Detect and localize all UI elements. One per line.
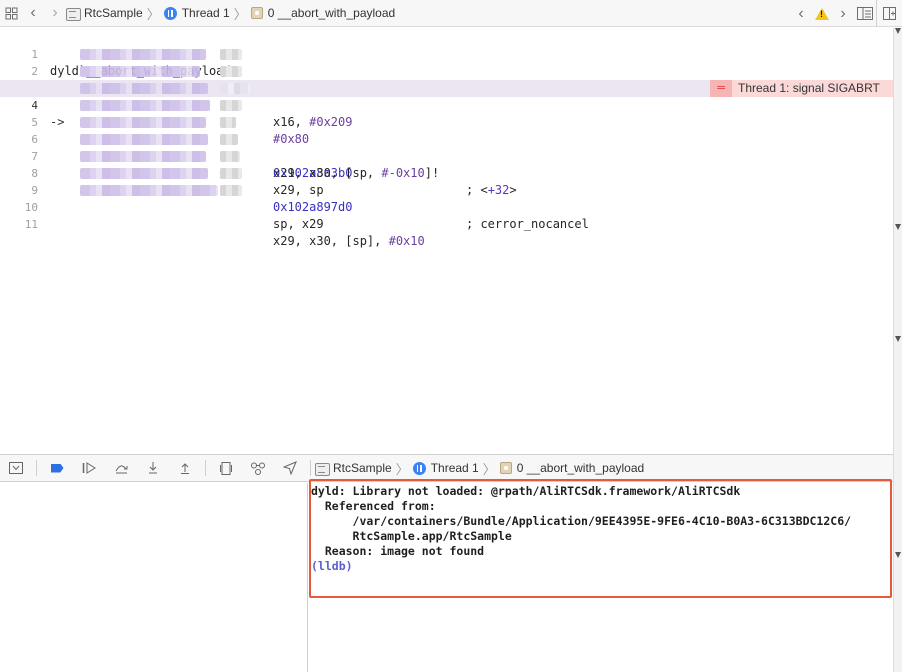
project-folder-icon xyxy=(315,462,330,476)
redacted-instruction xyxy=(80,134,208,145)
redacted-instruction xyxy=(80,185,218,196)
step-over-icon[interactable] xyxy=(105,455,137,481)
breadcrumb-separator: 〉 xyxy=(395,461,409,477)
breadcrumb-frame[interactable]: 0 __abort_with_payload xyxy=(268,6,395,20)
disclosure-triangle-icon[interactable] xyxy=(895,28,901,34)
breadcrumb-thread[interactable]: Thread 1 xyxy=(182,6,230,20)
redacted-instruction xyxy=(80,117,206,128)
split-editor-icon[interactable] xyxy=(876,0,902,27)
error-annotation[interactable]: ═ Thread 1: signal SIGABRT xyxy=(710,80,893,97)
continue-icon[interactable] xyxy=(73,455,105,481)
redacted-instruction xyxy=(220,100,242,111)
code-line: 7 0x102a897d0 ; cerror_nocancel xyxy=(0,131,893,231)
lldb-prompt[interactable]: (lldb) xyxy=(311,559,353,574)
previous-issue-chevron-icon[interactable]: ‹ xyxy=(790,0,812,27)
redacted-instruction xyxy=(80,49,206,60)
disclosure-triangle-icon[interactable] xyxy=(895,552,901,558)
project-folder-icon xyxy=(66,7,81,21)
redacted-instruction xyxy=(220,168,242,179)
error-lines-icon: ═ xyxy=(710,80,732,97)
simulate-location-icon[interactable] xyxy=(274,455,306,481)
code-line: 9 x29, x30, [sp], #0x10 xyxy=(0,165,893,248)
code-line: 2 x16, #0x209 xyxy=(0,46,893,129)
breakpoints-toggle-icon[interactable] xyxy=(41,455,73,481)
forward-chevron-icon[interactable]: › xyxy=(44,0,66,27)
operands: x29, x30, [sp], #0x10 xyxy=(273,234,425,248)
warning-icon[interactable] xyxy=(815,7,829,20)
jump-bar: ‹ › RtcSample 〉 Thread 1 〉 0 __abort_wit… xyxy=(0,0,902,27)
redacted-instruction xyxy=(80,168,208,179)
memory-graph-icon[interactable] xyxy=(242,455,274,481)
console-line: Referenced from: xyxy=(311,499,436,513)
debug-breadcrumb: RtcSample 〉 Thread 1 〉 0 __abort_with_pa… xyxy=(315,455,644,482)
breadcrumb-separator: 〉 xyxy=(482,461,496,477)
thread-icon xyxy=(412,461,426,475)
variables-view[interactable] xyxy=(0,483,308,672)
redacted-instruction xyxy=(80,66,200,77)
code-line: 5 x29, x30, [sp, #-0x10]! xyxy=(0,97,893,180)
disclosure-triangle-icon[interactable] xyxy=(895,336,901,342)
comment: ; cerror_nocancel xyxy=(466,217,589,231)
toolbar-divider xyxy=(36,460,37,476)
debug-breadcrumb-project[interactable]: RtcSample xyxy=(333,461,392,475)
breadcrumb-project[interactable]: RtcSample xyxy=(84,6,143,20)
stack-frame-icon xyxy=(250,7,263,19)
redacted-instruction xyxy=(220,49,242,60)
console-line: dyld: Library not loaded: @rpath/AliRTCS… xyxy=(311,484,741,498)
step-into-icon[interactable] xyxy=(137,455,169,481)
debug-bar: RtcSample 〉 Thread 1 〉 0 __abort_with_pa… xyxy=(0,454,893,482)
disassembly-editor[interactable]: 1 dyld`__abort_with_payload: 2 x16, #0x2… xyxy=(0,28,893,453)
redacted-instruction xyxy=(80,151,206,162)
back-chevron-icon[interactable]: ‹ xyxy=(22,0,44,27)
redacted-instruction xyxy=(80,100,210,111)
view-hierarchy-icon[interactable] xyxy=(210,455,242,481)
hide-debug-area-icon[interactable] xyxy=(0,455,32,481)
breadcrumb: RtcSample 〉 Thread 1 〉 0 __abort_with_pa… xyxy=(66,0,395,27)
code-line: 11 xyxy=(0,199,893,231)
debug-breadcrumb-thread[interactable]: Thread 1 xyxy=(431,461,479,475)
breadcrumb-separator: 〉 xyxy=(146,6,160,22)
console-line: RtcSample.app/RtcSample xyxy=(311,529,512,543)
breadcrumb-separator: 〉 xyxy=(233,6,247,22)
current-instruction-line: 4 -> 0x102a8a3b0 ; <+32> ═ Thread 1: sig… xyxy=(0,80,893,197)
related-items-grid-icon[interactable] xyxy=(0,0,22,27)
line-number: 11 xyxy=(24,218,38,231)
toolbar-divider xyxy=(205,460,206,476)
redacted-instruction xyxy=(220,134,238,145)
minimap-gutter[interactable] xyxy=(893,28,902,672)
code-line: 10 xyxy=(0,182,893,214)
editor-options-icon[interactable] xyxy=(854,0,876,27)
thread-icon xyxy=(163,6,177,20)
debug-breadcrumb-frame[interactable]: 0 __abort_with_payload xyxy=(517,461,644,475)
step-out-icon[interactable] xyxy=(169,455,201,481)
code-line: 8 sp, x29 xyxy=(0,148,893,231)
redacted-instruction xyxy=(220,151,240,162)
error-message: Thread 1: signal SIGABRT xyxy=(738,81,880,95)
operands: sp, x29 xyxy=(273,217,324,231)
console-line: Reason: image not found xyxy=(311,544,485,558)
console-line: /var/containers/Bundle/Application/9EE43… xyxy=(311,514,852,528)
stack-frame-icon xyxy=(499,462,512,474)
code-line: 3 #0x80 xyxy=(0,63,893,146)
toolbar-divider xyxy=(310,460,311,476)
disclosure-triangle-icon[interactable] xyxy=(895,224,901,230)
redacted-instruction xyxy=(220,117,236,128)
next-issue-chevron-icon[interactable]: › xyxy=(832,0,854,27)
debug-console[interactable]: dyld: Library not loaded: @rpath/AliRTCS… xyxy=(309,479,893,672)
redacted-instruction xyxy=(220,66,242,77)
redacted-instruction xyxy=(80,83,208,94)
redacted-instruction xyxy=(220,83,250,94)
code-line: 6 x29, sp xyxy=(0,114,893,197)
redacted-instruction xyxy=(220,185,242,196)
code-line: 1 dyld`__abort_with_payload: xyxy=(0,29,893,78)
jump-bar-right: ‹ › xyxy=(790,0,902,27)
